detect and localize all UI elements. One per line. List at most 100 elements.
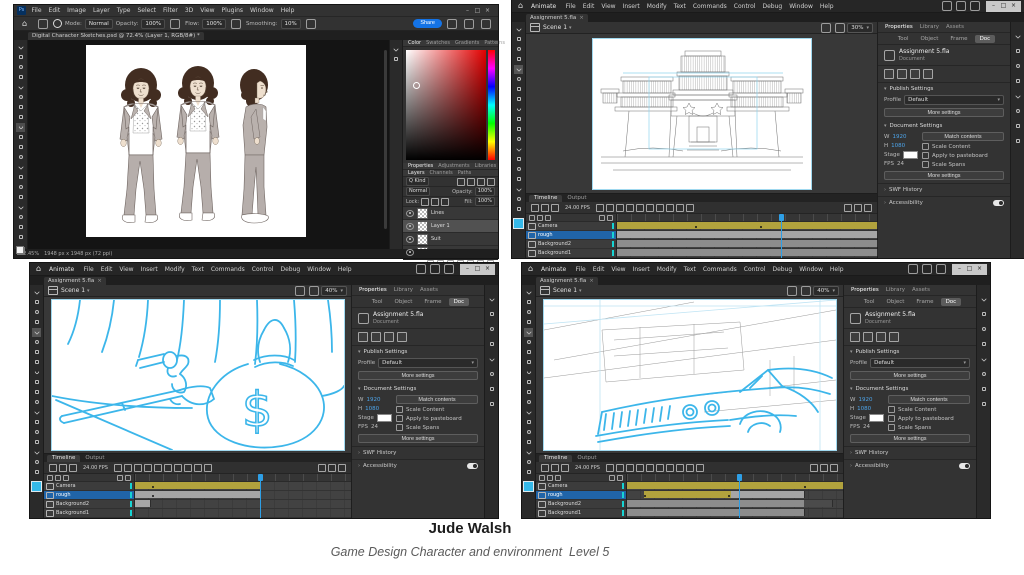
- lasso-tool-icon[interactable]: [16, 63, 25, 72]
- insert-keyframe-icon[interactable]: [551, 464, 559, 472]
- swatches-panel-icon[interactable]: [1013, 76, 1022, 85]
- menu-item[interactable]: Commands: [699, 266, 740, 273]
- subselection-tool-icon[interactable]: [524, 298, 533, 307]
- step-forward-icon[interactable]: [696, 464, 704, 472]
- pen-tool-icon[interactable]: [514, 115, 523, 124]
- more-settings-button[interactable]: More settings: [884, 108, 1004, 117]
- camera-tool-icon[interactable]: [514, 185, 523, 194]
- zoom-level-select[interactable]: 30%▾: [847, 23, 873, 33]
- close-button[interactable]: ×: [1009, 1, 1018, 11]
- play-icon[interactable]: [194, 464, 202, 472]
- stage-color-swatch[interactable]: [869, 414, 884, 422]
- mode-button[interactable]: Object: [882, 298, 910, 306]
- play-icon[interactable]: [686, 464, 694, 472]
- camera-tool-icon[interactable]: [32, 448, 41, 457]
- close-tab-icon[interactable]: ×: [579, 14, 584, 22]
- zoom-timeline-icon[interactable]: [820, 464, 828, 472]
- current-frame-icon[interactable]: [124, 464, 132, 472]
- fill-color-chip[interactable]: [513, 218, 524, 229]
- timeline-track-row[interactable]: [627, 509, 843, 518]
- stage-width-field[interactable]: 1920: [858, 397, 872, 403]
- new-folder-icon[interactable]: [547, 475, 553, 481]
- new-layer-icon[interactable]: [529, 215, 535, 221]
- menu-item[interactable]: Text: [188, 266, 207, 273]
- frame-span[interactable]: [135, 500, 151, 507]
- more-settings-button[interactable]: More settings: [884, 171, 1004, 180]
- text-tool-icon[interactable]: [524, 388, 533, 397]
- free-transform-tool-icon[interactable]: [524, 308, 533, 317]
- insert-keyframe-icon[interactable]: [541, 204, 549, 212]
- edit-multiple-frames-icon[interactable]: [636, 204, 644, 212]
- menu-item[interactable]: File: [572, 266, 589, 273]
- edit-multiple-frames-icon[interactable]: [154, 464, 162, 472]
- subselection-tool-icon[interactable]: [32, 298, 41, 307]
- layer-thumbnail[interactable]: [417, 221, 428, 232]
- zoom-timeline-icon[interactable]: [854, 204, 862, 212]
- rectangle-tool-icon[interactable]: [514, 95, 523, 104]
- restore-button[interactable]: □: [999, 1, 1008, 11]
- panel-tab[interactable]: Channels: [428, 170, 455, 176]
- new-folder-icon[interactable]: [55, 475, 61, 481]
- document-tab[interactable]: Assignment 5.fla ×: [536, 277, 598, 285]
- search-icon[interactable]: [447, 19, 457, 29]
- panel-tab[interactable]: Patterns: [482, 40, 507, 46]
- lock-icon[interactable]: [125, 475, 131, 481]
- mute-sounds-icon[interactable]: [174, 464, 182, 472]
- stage-height-field[interactable]: 1080: [891, 143, 905, 149]
- libraries-panel-icon[interactable]: [979, 309, 988, 318]
- panel-tab[interactable]: Assets: [417, 287, 441, 293]
- layer-fill-field[interactable]: 100%: [475, 197, 495, 206]
- fps-field[interactable]: 24: [863, 424, 870, 430]
- asset-warp-tool-icon[interactable]: [514, 145, 523, 154]
- document-settings-header[interactable]: ▾ Document Settings: [844, 383, 976, 394]
- magnet-icon[interactable]: [863, 332, 873, 342]
- layer-thumbnail[interactable]: [417, 208, 428, 219]
- move-tool-icon[interactable]: [16, 43, 25, 52]
- menu-item[interactable]: File: [28, 7, 45, 14]
- filter-type-icon[interactable]: [477, 178, 485, 186]
- magnet-icon[interactable]: [371, 332, 381, 342]
- menu-item[interactable]: View: [116, 266, 137, 273]
- tab-timeline[interactable]: Timeline: [47, 455, 80, 462]
- mute-sounds-icon[interactable]: [656, 204, 664, 212]
- flow-field[interactable]: 100%: [202, 19, 226, 29]
- selection-tool-icon[interactable]: [524, 288, 533, 297]
- layer-visibility-eye-icon[interactable]: [406, 249, 414, 256]
- apply-to-pasteboard-checkbox[interactable]: Apply to pasteboard: [396, 414, 478, 423]
- panel-tab[interactable]: Assets: [943, 24, 967, 30]
- asset-warp-tool-icon[interactable]: [32, 408, 41, 417]
- menu-item[interactable]: File: [80, 266, 97, 273]
- current-frame-icon[interactable]: [606, 204, 614, 212]
- components-panel-icon[interactable]: [1013, 91, 1022, 100]
- free-transform-tool-icon[interactable]: [32, 308, 41, 317]
- accessibility-toggle[interactable]: [467, 463, 478, 469]
- menu-item[interactable]: View: [598, 3, 619, 10]
- frame-span[interactable]: [627, 500, 805, 507]
- selection-tool-icon[interactable]: [32, 288, 41, 297]
- filter-pixel-icon[interactable]: [457, 178, 465, 186]
- mode-button[interactable]: Frame: [419, 298, 446, 306]
- zoom-timeline-icon[interactable]: [328, 464, 336, 472]
- snap-icon[interactable]: [358, 332, 368, 342]
- panel-tab[interactable]: Library: [391, 287, 416, 293]
- home-icon[interactable]: [528, 265, 536, 273]
- menu-item[interactable]: Image: [64, 7, 90, 14]
- align-panel-icon[interactable]: [487, 294, 496, 303]
- timeline-ruler[interactable]: [135, 474, 351, 482]
- stage-height-field[interactable]: 1080: [857, 406, 871, 412]
- document-settings-header[interactable]: ▾ Document Settings: [878, 120, 1010, 131]
- menu-item[interactable]: Control: [248, 266, 277, 273]
- timeline-layer-camera[interactable]: Camera: [44, 482, 134, 491]
- timeline-layer-background1[interactable]: Background1: [44, 509, 134, 518]
- libraries-panel-icon[interactable]: [1013, 46, 1022, 55]
- scene-panel-icon[interactable]: [487, 399, 496, 408]
- tab-timeline[interactable]: Timeline: [539, 455, 572, 462]
- line-tool-icon[interactable]: [514, 105, 523, 114]
- vertical-scrollbar[interactable]: [384, 50, 387, 229]
- eraser-tool-icon[interactable]: [16, 143, 25, 152]
- menu-item[interactable]: Help: [334, 266, 355, 273]
- menu-item[interactable]: Text: [670, 3, 689, 10]
- swf-history-section[interactable]: › SWF History: [844, 446, 976, 459]
- profile-select[interactable]: Default▾: [904, 95, 1004, 105]
- smoothing-gear-icon[interactable]: [306, 19, 316, 29]
